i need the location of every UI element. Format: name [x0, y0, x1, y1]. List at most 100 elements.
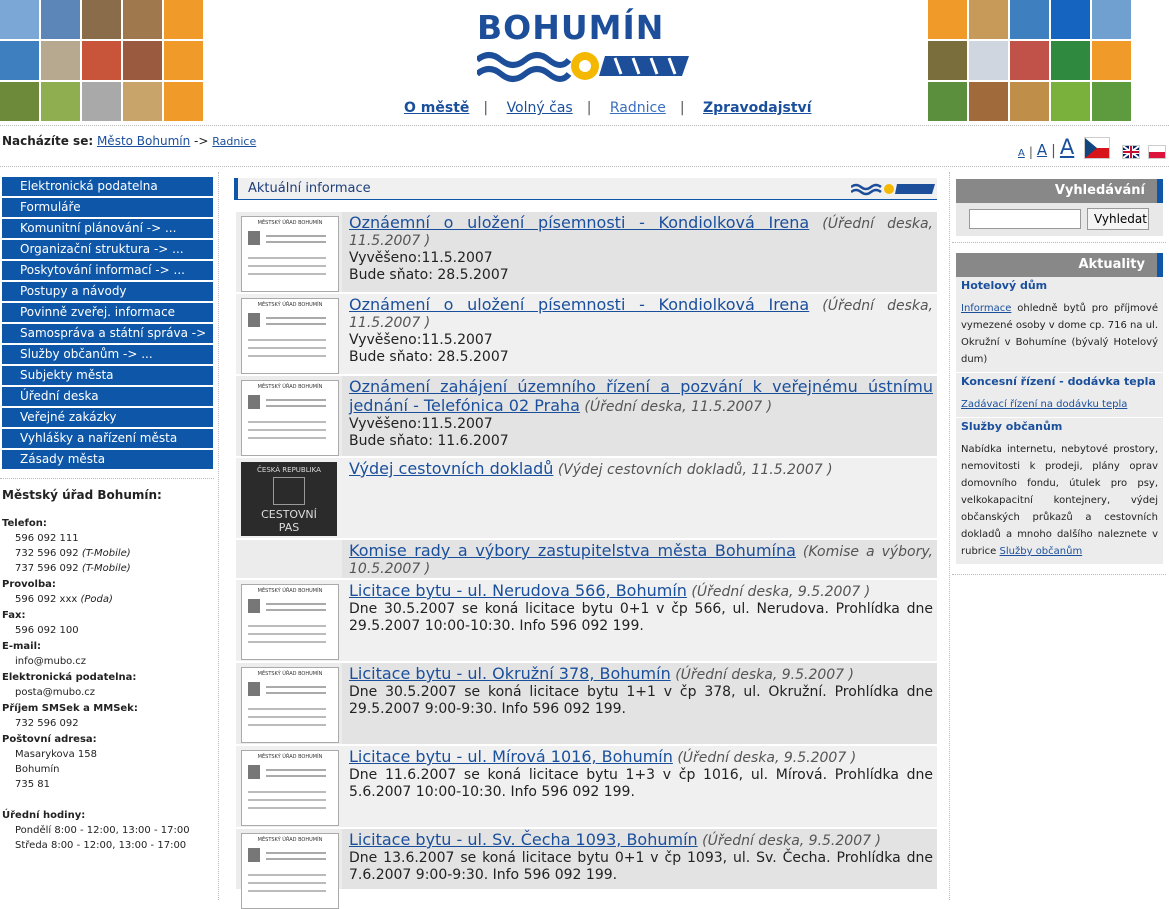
document-thumbnail-icon[interactable]: MĚSTSKÝ ÚŘAD BOHUMÍN	[241, 584, 339, 660]
news-thumbnail: MĚSTSKÝ ÚŘAD BOHUMÍN	[236, 212, 342, 292]
breadcrumb-item-mesto[interactable]: Město Bohumín	[97, 134, 190, 148]
news-meta: (Úřední deska, 9.5.2007 )	[691, 584, 871, 600]
left-menu-item[interactable]: Povinně zveřej. informace	[2, 303, 213, 322]
font-size-medium[interactable]: A	[1037, 141, 1047, 159]
left-menu-item[interactable]: Úřední deska	[2, 387, 213, 406]
contact-email-label: E-mail:	[2, 641, 42, 652]
news-item: MĚSTSKÝ ÚŘAD BOHUMÍN Licitace bytu - ul. …	[236, 580, 937, 661]
contact-title: Městský úřad Bohumín:	[2, 488, 162, 502]
left-menu-item[interactable]: Postupy a návody	[2, 282, 213, 301]
site-logo[interactable]: BOHUMÍN	[477, 8, 692, 83]
nav-zpravodajstvi[interactable]: Zpravodajství	[703, 100, 812, 116]
font-size-large[interactable]: A	[1060, 135, 1074, 159]
contact-email: info@mubo.cz	[15, 656, 87, 667]
breadcrumb: Nacházíte se: Město Bohumín -> Radnice	[2, 134, 256, 148]
nav-volny-cas[interactable]: Volný čas	[507, 100, 573, 116]
left-menu-item[interactable]: Zásady města	[2, 450, 213, 469]
news-thumbnail	[236, 540, 342, 578]
news-title-link[interactable]: Licitace bytu - ul. Okružní 378, Bohumín	[349, 664, 671, 683]
news-line: Vyvěšeno:11.5.2007	[349, 332, 493, 348]
left-menu-item[interactable]: Formuláře	[2, 198, 213, 217]
passport-thumbnail-icon[interactable]: ČESKÁ REPUBLIKA CESTOVNÍ PAS	[241, 462, 337, 536]
news-title-link[interactable]: Licitace bytu - ul. Nerudova 566, Bohumí…	[349, 581, 687, 600]
news-line: Dne 30.5.2007 se koná licitace bytu 0+1 …	[349, 601, 933, 634]
mosaic-photo	[969, 82, 1008, 121]
document-thumbnail-icon[interactable]: MĚSTSKÝ ÚŘAD BOHUMÍN	[241, 216, 339, 292]
mosaic-photo	[0, 41, 39, 80]
search-button[interactable]: Vyhledat	[1087, 208, 1149, 230]
news-body: Výdej cestovních dokladů (Výdej cestovní…	[342, 458, 937, 538]
document-thumbnail-icon[interactable]: MĚSTSKÝ ÚŘAD BOHUMÍN	[241, 298, 339, 374]
news-title-link[interactable]: Oznámení o uložení písemnosti - Kondiolk…	[349, 295, 809, 314]
news-title-link[interactable]: Licitace bytu - ul. Sv. Čecha 1093, Bohu…	[349, 830, 698, 849]
flag-czech-icon[interactable]	[1084, 137, 1111, 159]
font-size-small[interactable]: A	[1018, 148, 1025, 159]
divider	[952, 242, 1166, 243]
main-heading: Aktuální informace	[248, 181, 371, 196]
document-thumbnail-icon[interactable]: MĚSTSKÝ ÚŘAD BOHUMÍN	[241, 380, 339, 456]
nav-o-meste[interactable]: O městě	[404, 100, 469, 116]
document-thumbnail-icon[interactable]: MĚSTSKÝ ÚŘAD BOHUMÍN	[241, 750, 339, 826]
left-menu-item[interactable]: Elektronická podatelna	[2, 177, 213, 196]
news-meta: (Úřední deska, 9.5.2007 )	[702, 833, 881, 849]
news-title-link[interactable]: Oznáemní o uložení písemnosti - Kondiolk…	[349, 213, 809, 232]
document-thumbnail-icon[interactable]: MĚSTSKÝ ÚŘAD BOHUMÍN	[241, 833, 339, 909]
contact-phone-2: 732 596 092 (T-Mobile)	[15, 548, 131, 559]
aktuality-section-text: Nabídka internetu, nebytové prostory, ne…	[961, 444, 1158, 557]
flag-polish-icon[interactable]	[1148, 145, 1167, 159]
news-thumbnail: MĚSTSKÝ ÚŘAD BOHUMÍN	[236, 663, 342, 744]
news-line: Bude sňato: 11.6.2007	[349, 433, 509, 449]
main-heading-bar: Aktuální informace	[234, 178, 937, 200]
breadcrumb-item-radnice[interactable]: Radnice	[212, 135, 256, 148]
news-title-link[interactable]: Výdej cestovních dokladů	[349, 459, 553, 478]
mosaic-photo	[164, 0, 203, 39]
news-thumbnail: MĚSTSKÝ ÚŘAD BOHUMÍN	[236, 580, 342, 661]
header-photo-mosaic-right	[928, 0, 1131, 121]
news-title-link[interactable]: Komise rady a výbory zastupitelstva měst…	[349, 541, 796, 560]
page-tools: A | A | A	[1018, 135, 1167, 159]
news-item: MĚSTSKÝ ÚŘAD BOHUMÍN Oznáemní o uložení p…	[236, 212, 937, 292]
flag-english-icon[interactable]	[1122, 145, 1141, 159]
left-menu-item[interactable]: Vyhlášky a nařízení města	[2, 429, 213, 448]
mosaic-photo	[82, 82, 121, 121]
mosaic-photo	[1092, 0, 1131, 39]
left-menu-item[interactable]: Komunitní plánování -> ...	[2, 219, 213, 238]
news-meta: (Výdej cestovních dokladů, 11.5.2007 )	[557, 462, 833, 478]
mosaic-photo	[1010, 82, 1049, 121]
mosaic-photo	[1092, 41, 1131, 80]
mosaic-photo	[1051, 82, 1090, 121]
left-menu-item[interactable]: Organizační struktura -> ...	[2, 240, 213, 259]
mosaic-photo	[1092, 82, 1131, 121]
thumb-doc-header: MĚSTSKÝ ÚŘAD BOHUMÍN	[257, 220, 323, 226]
news-body: Licitace bytu - ul. Mírová 1016, Bohumín…	[342, 746, 937, 827]
divider	[0, 125, 1169, 126]
news-meta: (Úřední deska, 9.5.2007 )	[677, 750, 857, 766]
search-heading: Vyhledávání	[956, 179, 1163, 203]
mosaic-photo	[928, 82, 967, 121]
contact-phone-3: 737 596 092 (T-Mobile)	[15, 563, 131, 574]
mosaic-photo	[969, 0, 1008, 39]
aktuality-link-zadavaci-rizeni[interactable]: Zadávací řízení na dodávku tepla	[961, 399, 1127, 410]
news-meta: (Úřední deska, 9.5.2007 )	[675, 667, 855, 683]
news-item: ČESKÁ REPUBLIKA CESTOVNÍ PAS Výdej cestovní…	[236, 458, 937, 538]
column-divider	[949, 172, 950, 900]
document-thumbnail-icon[interactable]: MĚSTSKÝ ÚŘAD BOHUMÍN	[241, 667, 339, 743]
left-menu-item[interactable]: Služby občanům -> ...	[2, 345, 213, 364]
search-input[interactable]	[969, 209, 1081, 229]
left-menu-item[interactable]: Samospráva a státní správa ->	[2, 324, 213, 343]
aktuality-section-title: Služby občanům	[961, 420, 1063, 433]
mosaic-photo	[928, 0, 967, 39]
mosaic-photo	[123, 0, 162, 39]
thumb-pas-bottom2: PAS	[278, 521, 300, 534]
left-menu-item[interactable]: Veřejné zakázky	[2, 408, 213, 427]
aktuality-link-informace[interactable]: Informace	[961, 303, 1011, 314]
contact-podatelna-label: Elektronická podatelna:	[2, 672, 137, 683]
left-menu-item[interactable]: Subjekty města	[2, 366, 213, 385]
news-line: Dne 11.6.2007 se koná licitace bytu 1+3 …	[349, 767, 933, 800]
left-menu-item[interactable]: Poskytování informací -> ...	[2, 261, 213, 280]
aktuality-link-sluzby-obcanum[interactable]: Služby občanům	[1000, 546, 1083, 557]
news-line: Bude sňato: 28.5.2007	[349, 267, 509, 283]
news-item: MĚSTSKÝ ÚŘAD BOHUMÍN Oznámení o uložení p…	[236, 294, 937, 374]
nav-radnice[interactable]: Radnice	[610, 100, 666, 116]
news-title-link[interactable]: Licitace bytu - ul. Mírová 1016, Bohumín	[349, 747, 673, 766]
